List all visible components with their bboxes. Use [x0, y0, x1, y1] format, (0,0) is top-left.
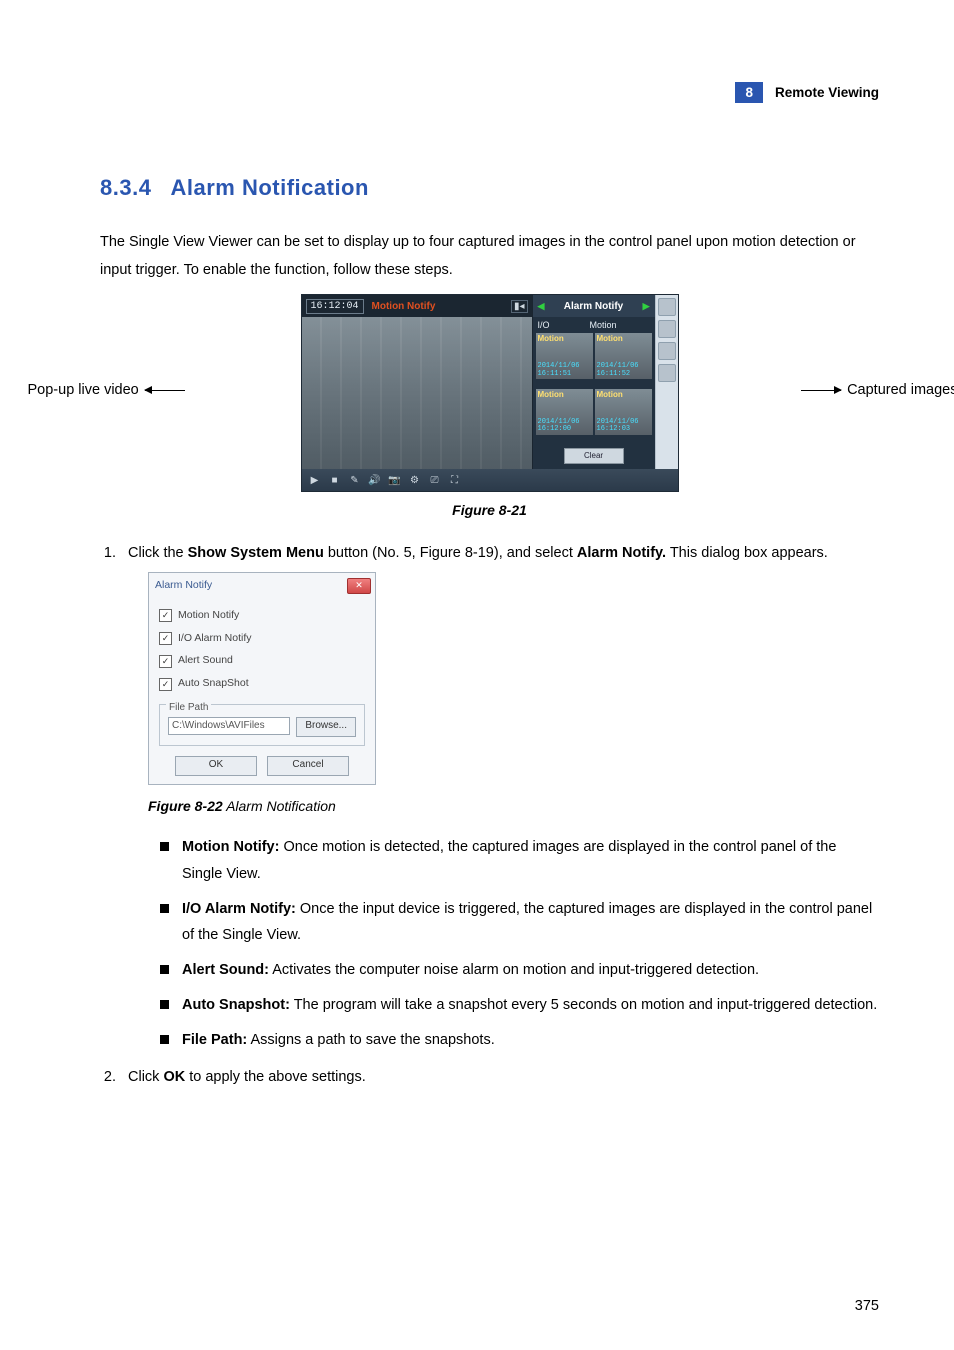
strip-icon[interactable] [658, 298, 676, 316]
browse-button[interactable]: Browse... [296, 717, 356, 737]
thumb-tag: Motion [597, 390, 623, 399]
section-title-text: Alarm Notification [170, 175, 368, 200]
bullet-item: Alert Sound: Activates the computer nois… [160, 957, 879, 984]
cancel-button[interactable]: Cancel [267, 756, 349, 776]
alarm-panel: ◀ Alarm Notify ▶ I/O Motion Motion [532, 295, 655, 469]
fullscreen-icon[interactable]: ⛶ [448, 473, 462, 487]
annotation-left-text: Pop-up live video [28, 382, 139, 398]
thumb-tag: Motion [538, 390, 564, 399]
alarm-thumbnail[interactable]: Motion 2014/11/06 16:11:52 [595, 333, 652, 379]
bullet-item: File Path: Assigns a path to save the sn… [160, 1027, 879, 1054]
alarm-thumbnail[interactable]: Motion 2014/11/06 16:12:00 [536, 389, 593, 435]
bullet-item: I/O Alarm Notify: Once the input device … [160, 896, 879, 950]
strip-icon[interactable] [658, 364, 676, 382]
stop-icon[interactable]: ■ [328, 473, 342, 487]
play-icon[interactable]: ▶ [308, 473, 322, 487]
annotation-right: Captured images [801, 382, 954, 398]
motion-notify-label: Motion Notify [372, 301, 436, 312]
thumb-timestamp: 2014/11/06 16:12:00 [538, 419, 593, 434]
opt-label: Alert Sound [178, 651, 233, 671]
viewer-window: 16:12:04 Motion Notify ▮◂ ◀ Alarm No [301, 294, 679, 492]
step-2: Click OK to apply the above settings. [120, 1064, 879, 1092]
step-1: Click the Show System Menu button (No. 5… [120, 540, 879, 1054]
bullet-item: Motion Notify: Once motion is detected, … [160, 834, 879, 888]
strip-icon[interactable] [658, 342, 676, 360]
alarm-next-icon[interactable]: ▶ [643, 301, 650, 312]
chapter-badge: 8 [735, 82, 763, 103]
bullet-item: Auto Snapshot: The program will take a s… [160, 992, 879, 1019]
io-icon[interactable]: ⎚ [428, 473, 442, 487]
speaker-icon[interactable]: 🔊 [368, 473, 382, 487]
opt-label: Auto SnapShot [178, 674, 249, 694]
checkbox-auto-snapshot[interactable]: ✓ [159, 678, 172, 691]
intro-paragraph: The Single View Viewer can be set to dis… [100, 229, 879, 284]
group-label: File Path [166, 698, 211, 717]
alarm-notify-dialog: Alarm Notify ✕ ✓ Motion Notify ✓ I/O Alarm… [148, 572, 376, 786]
checkbox-alert-sound[interactable]: ✓ [159, 655, 172, 668]
figure-caption-2: Figure 8-22 Alarm Notification [148, 793, 879, 820]
page-number: 375 [855, 1298, 879, 1314]
thumb-tag: Motion [597, 334, 623, 343]
figure-caption-1: Figure 8-21 [100, 502, 879, 518]
close-icon[interactable]: ✕ [347, 578, 371, 594]
section-number: 8.3.4 [100, 175, 151, 200]
checkbox-motion-notify[interactable]: ✓ [159, 609, 172, 622]
alarm-panel-title: Alarm Notify [564, 301, 623, 312]
side-icon-strip [655, 295, 678, 469]
alarm-thumbnail[interactable]: Motion 2014/11/06 16:12:03 [595, 389, 652, 435]
thumb-timestamp: 2014/11/06 16:12:03 [597, 419, 652, 434]
annotation-left: Pop-up live video [28, 382, 185, 398]
alarm-prev-icon[interactable]: ◀ [538, 301, 545, 312]
clear-button[interactable]: Clear [564, 448, 624, 464]
arrow-right-icon [801, 390, 841, 391]
io-column-label: I/O [538, 320, 550, 330]
video-header: 16:12:04 Motion Notify ▮◂ [302, 295, 532, 317]
thumb-tag: Motion [538, 334, 564, 343]
page-header: 8 Remote Viewing [735, 82, 879, 103]
viewer-toolbar: ▶ ■ ✎ 🔊 📷 ⚙ ⎚ ⛶ [302, 469, 678, 491]
opt-label: I/O Alarm Notify [178, 629, 252, 649]
thumb-timestamp: 2014/11/06 16:11:52 [597, 363, 652, 378]
thumb-timestamp: 2014/11/06 16:11:51 [538, 363, 593, 378]
file-path-input[interactable]: C:\Windows\AVIFiles [168, 717, 290, 735]
dialog-title: Alarm Notify [155, 576, 212, 596]
video-time: 16:12:04 [306, 299, 364, 314]
settings-icon[interactable]: ⚙ [408, 473, 422, 487]
video-header-control-icon[interactable]: ▮◂ [511, 300, 528, 313]
opt-label: Motion Notify [178, 606, 239, 626]
arrow-left-icon [145, 390, 185, 391]
motion-column-label: Motion [590, 320, 617, 330]
alarm-thumbnail[interactable]: Motion 2014/11/06 16:11:51 [536, 333, 593, 379]
chapter-title: Remote Viewing [775, 85, 879, 100]
step1-text: Click the Show System Menu button (No. 5… [128, 545, 828, 561]
mic-icon[interactable]: ✎ [348, 473, 362, 487]
snapshot-icon[interactable]: 📷 [388, 473, 402, 487]
annotation-right-text: Captured images [847, 382, 954, 398]
video-area[interactable] [302, 317, 532, 469]
strip-icon[interactable] [658, 320, 676, 338]
ok-button[interactable]: OK [175, 756, 257, 776]
section-heading: 8.3.4 Alarm Notification [100, 175, 879, 201]
checkbox-io-alarm-notify[interactable]: ✓ [159, 632, 172, 645]
